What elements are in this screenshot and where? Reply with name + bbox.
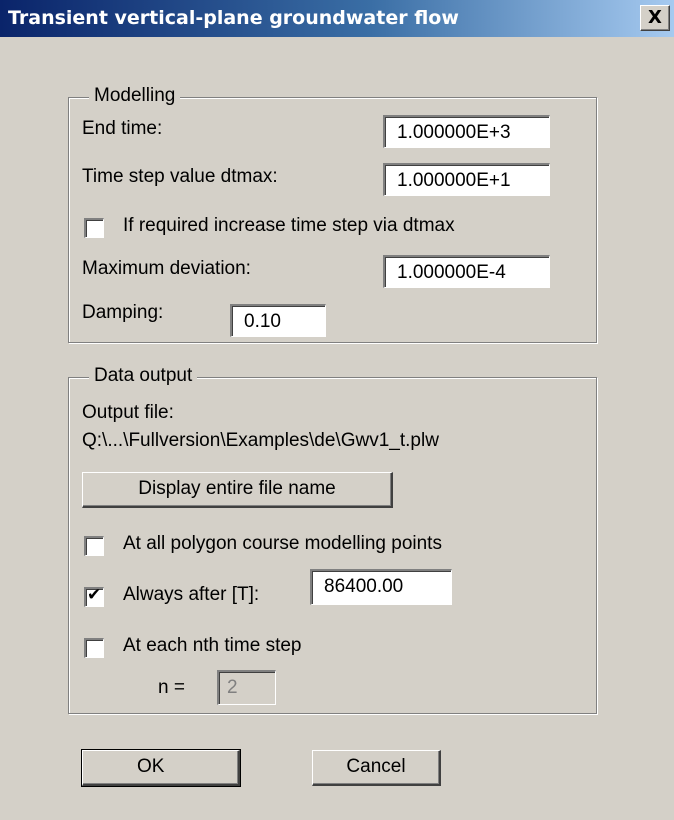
all-points-label[interactable]: At all polygon course modelling points [123, 533, 442, 555]
all-points-checkbox[interactable] [84, 536, 104, 556]
always-after-label[interactable]: Always after [T]: [123, 584, 259, 606]
output-file-path: Q:\...\Fullversion\Examples\de\Gwv1_t.pl… [82, 430, 439, 451]
nth-step-label[interactable]: At each nth time step [123, 635, 302, 657]
n-field: 2 [217, 670, 276, 705]
ok-button[interactable]: OK [81, 749, 241, 787]
output-file-label: Output file: [82, 402, 174, 423]
end-time-label: End time: [82, 118, 163, 139]
checkmark-icon: ✔ [87, 585, 102, 605]
cancel-button[interactable]: Cancel [312, 750, 441, 786]
nth-step-checkbox[interactable] [84, 638, 104, 658]
data-output-legend: Data output [89, 365, 198, 387]
modelling-legend: Modelling [89, 85, 181, 107]
damping-label: Damping: [82, 302, 164, 323]
increase-step-checkbox[interactable] [84, 218, 104, 238]
title-bar[interactable]: Transient vertical-plane groundwater flo… [0, 0, 674, 37]
close-icon: X [648, 7, 662, 28]
max-deviation-field[interactable]: 1.000000E-4 [383, 255, 550, 288]
close-button[interactable]: X [640, 5, 670, 31]
max-deviation-label: Maximum deviation: [82, 258, 251, 279]
time-step-label: Time step value dtmax: [82, 166, 278, 187]
always-after-field[interactable]: 86400.00 [310, 569, 452, 605]
display-file-name-button[interactable]: Display entire file name [82, 472, 393, 508]
always-after-checkbox[interactable]: ✔ [84, 585, 104, 607]
dialog-window: Transient vertical-plane groundwater flo… [0, 0, 674, 820]
end-time-field[interactable]: 1.000000E+3 [383, 115, 550, 148]
window-title: Transient vertical-plane groundwater flo… [8, 7, 459, 29]
time-step-field[interactable]: 1.000000E+1 [383, 163, 550, 196]
n-label: n = [158, 677, 185, 698]
damping-field[interactable]: 0.10 [230, 304, 326, 337]
increase-step-label[interactable]: If required increase time step via dtmax [123, 215, 455, 237]
